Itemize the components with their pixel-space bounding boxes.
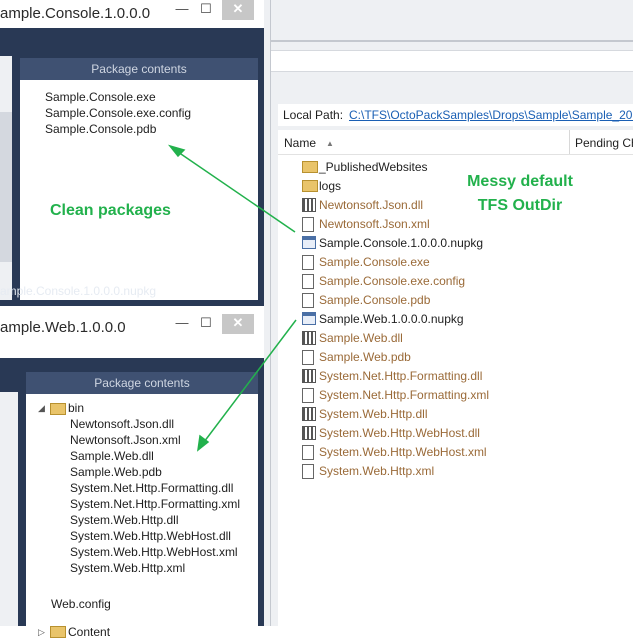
folder-icon xyxy=(50,626,66,638)
messy-note-line1: Messy default xyxy=(467,173,573,190)
folder-content[interactable]: Content xyxy=(68,625,110,639)
clean-packages-note: Clean packages xyxy=(50,202,171,219)
annotation-arrows xyxy=(167,144,297,452)
messy-note-line2: TFS OutDir xyxy=(477,197,563,214)
expand-icon[interactable]: ▷ xyxy=(38,627,45,638)
arrow-to-web-contents xyxy=(196,319,297,452)
arrow-to-console-contents xyxy=(167,144,296,233)
